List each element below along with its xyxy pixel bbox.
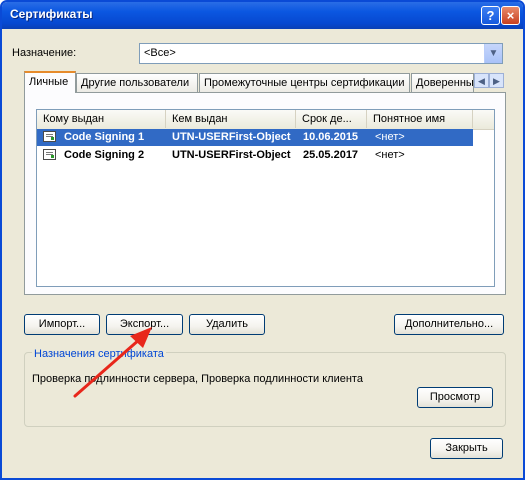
window-title: Сертификаты — [10, 7, 93, 21]
title-bar[interactable]: Сертификаты ? × — [2, 2, 523, 29]
table-row[interactable]: Code Signing 2 UTN-USERFirst-Object 25.0… — [37, 147, 473, 164]
tab-intermediate-ca[interactable]: Промежуточные центры сертификации — [199, 73, 410, 92]
tab-label: Доверенные — [416, 77, 474, 89]
cell-issued-to: Code Signing 1 — [64, 131, 145, 143]
view-button[interactable]: Просмотр — [417, 387, 493, 408]
column-friendly-name[interactable]: Понятное имя — [367, 110, 473, 128]
cell-issued-by: UTN-USERFirst-Object — [172, 131, 291, 143]
cell-issued-by: UTN-USERFirst-Object — [172, 149, 291, 161]
purpose-value: <Все> — [144, 47, 176, 59]
tab-other-people[interactable]: Другие пользователи — [76, 73, 198, 92]
cell-expires: 10.06.2015 — [303, 131, 359, 143]
tab-strip: Личные Другие пользователи Промежуточные… — [24, 71, 504, 93]
tab-scroll-right-icon[interactable]: ▶ — [489, 73, 504, 88]
export-button[interactable]: Экспорт... — [106, 314, 183, 335]
close-window-button[interactable]: × — [501, 6, 520, 25]
chevron-down-icon[interactable]: ▼ — [484, 44, 502, 63]
tab-trusted[interactable]: Доверенные — [411, 73, 474, 92]
cell-friendly-name: <нет> — [375, 149, 405, 161]
tab-label: Другие пользователи — [81, 77, 190, 89]
cell-expires: 25.05.2017 — [303, 149, 359, 161]
delete-button[interactable]: Удалить — [189, 314, 265, 335]
certificate-list[interactable]: Кому выдан Кем выдан Срок де... Понятное… — [36, 109, 495, 287]
advanced-button[interactable]: Дополнительно... — [394, 314, 504, 335]
certificate-icon — [43, 149, 56, 160]
table-row[interactable]: Code Signing 1 UTN-USERFirst-Object 10.0… — [37, 129, 473, 146]
cert-purposes-text: Проверка подлинности сервера, Проверка п… — [32, 373, 363, 385]
column-issued-to[interactable]: Кому выдан — [37, 110, 166, 128]
cell-issued-to: Code Signing 2 — [64, 149, 145, 161]
tab-label: Личные — [29, 76, 69, 88]
cert-purposes-title: Назначения сертификата — [32, 348, 166, 360]
help-button[interactable]: ? — [481, 6, 500, 25]
list-header: Кому выдан Кем выдан Срок де... Понятное… — [37, 110, 494, 130]
close-button[interactable]: Закрыть — [430, 438, 503, 459]
certificates-dialog: Сертификаты ? × Назначение: <Все> ▼ Личн… — [0, 0, 525, 480]
purpose-dropdown[interactable]: <Все> ▼ — [139, 43, 503, 64]
tab-label: Промежуточные центры сертификации — [204, 77, 405, 89]
tab-personal[interactable]: Личные — [24, 71, 76, 93]
certificate-icon — [43, 131, 56, 142]
import-button[interactable]: Импорт... — [24, 314, 100, 335]
cell-friendly-name: <нет> — [375, 131, 405, 143]
tab-scroll-left-icon[interactable]: ◀ — [474, 73, 489, 88]
column-expiration[interactable]: Срок де... — [296, 110, 367, 128]
column-issued-by[interactable]: Кем выдан — [166, 110, 296, 128]
purpose-label: Назначение: — [12, 47, 77, 59]
